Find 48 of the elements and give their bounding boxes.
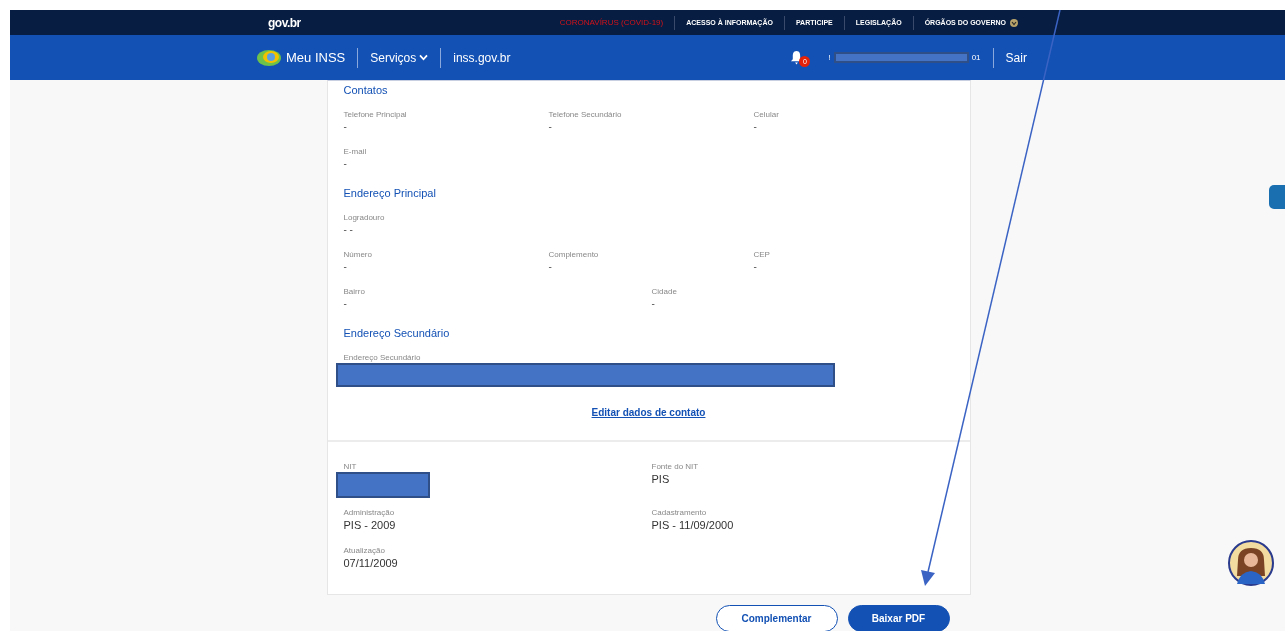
download-pdf-button[interactable]: Baixar PDF [847,605,950,631]
complement-button[interactable]: Complementar [715,605,838,631]
caret-icon [1009,18,1018,27]
field-value: - [343,297,348,311]
field-label: Telefone Principal [343,110,408,120]
field-label: Complemento [548,250,600,260]
logout-link[interactable]: Sair [1005,50,1027,65]
field-label: Atualização [343,546,386,556]
field-label: NIT [343,462,358,472]
section-title: Endereço Principal [343,187,437,199]
field-label: Administração [343,508,396,518]
accessibility-tab-icon[interactable] [1269,185,1285,209]
field-label: Celular [753,110,780,120]
field-label: Endereço Secundário [343,353,422,363]
brand-name[interactable]: Meu INSS [286,50,346,65]
field-label: E-mail [343,147,368,157]
field-value: - [753,260,758,274]
field-label: Telefone Secundário [548,110,623,120]
section-title: Contatos [343,84,389,96]
services-menu[interactable]: Serviços [370,50,429,65]
field-value: - - [343,223,354,237]
field-value: - [343,157,348,171]
user-name: ! [828,53,831,62]
assistant-avatar-icon[interactable] [1228,540,1274,586]
section-title: Endereço Secundário [343,327,451,339]
field-value: PIS - 11/09/2000 [651,518,735,532]
field-value: - [651,297,656,311]
field-label: Cadastramento [651,508,708,518]
chevron-icon [419,54,429,61]
field-label: Cidade [651,287,678,297]
field-value: - [343,120,348,134]
field-value: - [753,120,758,134]
field-label: Logradouro [343,213,386,223]
govbr-logo[interactable]: gov.br [268,15,301,30]
field-value: 07/11/2009 [343,556,399,570]
field-value: - [548,120,553,134]
field-label: Bairro [343,287,366,297]
field-value: - [548,260,553,274]
edit-contact-link[interactable]: Editar dados de contato [591,407,706,418]
site-link[interactable]: inss.gov.br [453,50,511,65]
field-label: CEP [753,250,771,260]
field-value: PIS - 2009 [343,518,397,532]
field-value: PIS [651,472,671,486]
field-value: - [343,260,348,274]
user-name: 01 [971,53,981,62]
brand-logo-icon[interactable] [256,48,282,67]
field-label: Fonte do NIT [651,462,700,472]
field-label: Número [343,250,373,260]
